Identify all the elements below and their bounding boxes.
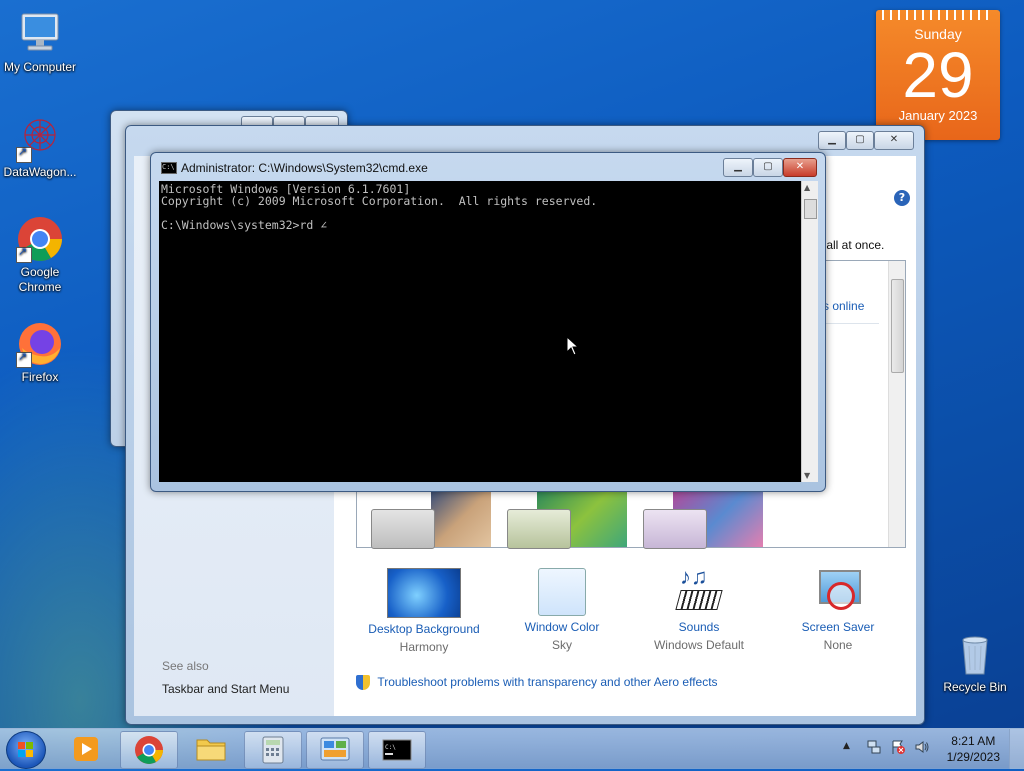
desktop-background-thumbnail	[387, 568, 461, 618]
desktop-icon-firefox[interactable]: Firefox	[0, 320, 80, 385]
desktop-icon-my-computer[interactable]: My Computer	[0, 10, 80, 75]
clock-time: 8:21 AM	[951, 734, 996, 748]
scrollbar-thumb[interactable]	[891, 279, 904, 373]
calendar-day: 29	[902, 39, 974, 111]
console-line: Copyright (c) 2009 Microsoft Corporation…	[161, 194, 598, 208]
themes-scrollbar[interactable]	[888, 261, 905, 547]
taskbar-media-player[interactable]	[58, 731, 114, 767]
shortcut-arrow-icon	[16, 245, 32, 263]
folder-icon	[196, 739, 226, 761]
desktop-icon-label: Recycle Bin	[943, 680, 1007, 694]
calendar-month: January 2023	[898, 108, 978, 123]
sounds-item[interactable]: ♪♫ Sounds Windows Default	[639, 564, 759, 652]
scroll-up-icon[interactable]: ▲	[804, 183, 810, 192]
cmd-title: Administrator: C:\Windows\System32\cmd.e…	[181, 161, 428, 175]
taskbar-control-panel[interactable]	[306, 731, 364, 769]
desktop-icon-recycle-bin[interactable]: Recycle Bin	[935, 630, 1015, 695]
recycle-bin-icon	[951, 630, 999, 678]
calculator-icon	[262, 736, 284, 764]
console-output[interactable]: Microsoft Windows [Version 6.1.7601] Cop…	[159, 181, 801, 482]
troubleshoot-link[interactable]: Troubleshoot problems with transparency …	[377, 675, 717, 689]
cmd-icon: C:\	[382, 739, 412, 761]
theme-thumbnail[interactable]	[643, 491, 763, 549]
taskbar-explorer[interactable]	[183, 731, 239, 767]
cmd-window[interactable]: C:\ Administrator: C:\Windows\System32\c…	[150, 152, 826, 492]
scrollbar-thumb[interactable]	[804, 199, 817, 219]
start-button[interactable]	[6, 731, 46, 769]
sounds-icon: ♪♫	[674, 564, 724, 616]
control-panel-icon	[320, 737, 350, 761]
maximize-button[interactable]: ▢	[753, 158, 783, 177]
console-prompt-line: C:\Windows\system32>rd ∠	[161, 218, 328, 232]
svg-text:C:\: C:\	[385, 744, 396, 751]
desktop-icon-chrome[interactable]: Google Chrome	[0, 215, 80, 295]
computer-icon	[16, 10, 64, 58]
desktop-background-item[interactable]: Desktop Background Harmony	[364, 568, 484, 654]
desktop-icon-label: Google Chrome	[18, 265, 62, 294]
sounds-value: Windows Default	[653, 638, 745, 652]
desktop-background-value: Harmony	[399, 640, 449, 654]
taskbar-cmd[interactable]: C:\	[368, 731, 426, 769]
close-button[interactable]: ✕	[783, 158, 817, 177]
maximize-button[interactable]: ▢	[846, 131, 874, 150]
minimize-button[interactable]: ▁	[818, 131, 846, 150]
mouse-cursor-icon	[566, 336, 580, 356]
action-center-flag-icon[interactable]	[890, 739, 906, 755]
show-desktop-button[interactable]	[1009, 729, 1024, 769]
sounds-label[interactable]: Sounds	[639, 620, 759, 634]
firefox-icon	[16, 320, 64, 368]
network-icon[interactable]	[866, 739, 881, 754]
chrome-icon	[135, 736, 163, 764]
desktop-icon-datawagon[interactable]: DataWagon...	[0, 115, 80, 180]
datawagon-icon	[16, 115, 64, 163]
desktop-icon-label: DataWagon...	[3, 165, 77, 179]
calendar-gadget[interactable]: Sunday 29 January 2023	[876, 10, 1000, 140]
close-button[interactable]: ✕	[874, 131, 914, 150]
show-hidden-icons-icon[interactable]: ▲	[843, 741, 850, 751]
taskbar-chrome[interactable]	[120, 731, 178, 769]
desktop-icon-label: Firefox	[21, 370, 59, 384]
window-color-swatch	[538, 568, 586, 616]
see-also-label: See also	[162, 659, 209, 673]
desktop-icon-label: My Computer	[3, 60, 77, 74]
shortcut-arrow-icon	[16, 145, 32, 163]
volume-icon[interactable]	[914, 739, 930, 755]
clock-date: 1/29/2023	[946, 750, 1000, 764]
shortcut-arrow-icon	[16, 350, 32, 368]
window-color-value: Sky	[551, 638, 572, 652]
cmd-app-icon: C:\	[161, 162, 177, 174]
get-themes-online-link[interactable]: s online	[823, 299, 864, 313]
chrome-icon	[16, 215, 64, 263]
media-player-icon	[74, 737, 98, 761]
troubleshoot-row[interactable]: Troubleshoot problems with transparency …	[356, 675, 718, 691]
window-color-label[interactable]: Window Color	[502, 620, 622, 634]
windows-logo-icon	[18, 742, 33, 757]
console-scrollbar[interactable]: ▲ ▼	[801, 181, 818, 482]
taskbar: C:\ ▲ 8:21 AM 1/29/2023	[0, 728, 1024, 769]
help-icon[interactable]: ?	[894, 190, 910, 206]
screen-saver-icon	[815, 568, 861, 616]
screen-saver-value: None	[823, 638, 853, 652]
window-color-item[interactable]: Window Color Sky	[502, 568, 622, 652]
theme-thumbnail[interactable]	[507, 491, 627, 549]
minimize-button[interactable]: ▁	[723, 158, 753, 177]
desktop-background-label[interactable]: Desktop Background	[364, 622, 484, 636]
screen-saver-label[interactable]: Screen Saver	[778, 620, 898, 634]
system-clock[interactable]: 8:21 AM 1/29/2023	[947, 733, 1000, 765]
theme-thumbnail[interactable]	[371, 491, 491, 549]
screen-saver-item[interactable]: Screen Saver None	[778, 568, 898, 652]
shield-icon	[356, 675, 370, 691]
calendar-rings	[882, 10, 994, 20]
taskbar-start-menu-link[interactable]: Taskbar and Start Menu	[162, 682, 289, 696]
description-text: r all at once.	[819, 238, 885, 252]
scroll-down-icon[interactable]: ▼	[804, 471, 810, 480]
divider	[823, 323, 879, 324]
taskbar-calculator[interactable]	[244, 731, 302, 769]
